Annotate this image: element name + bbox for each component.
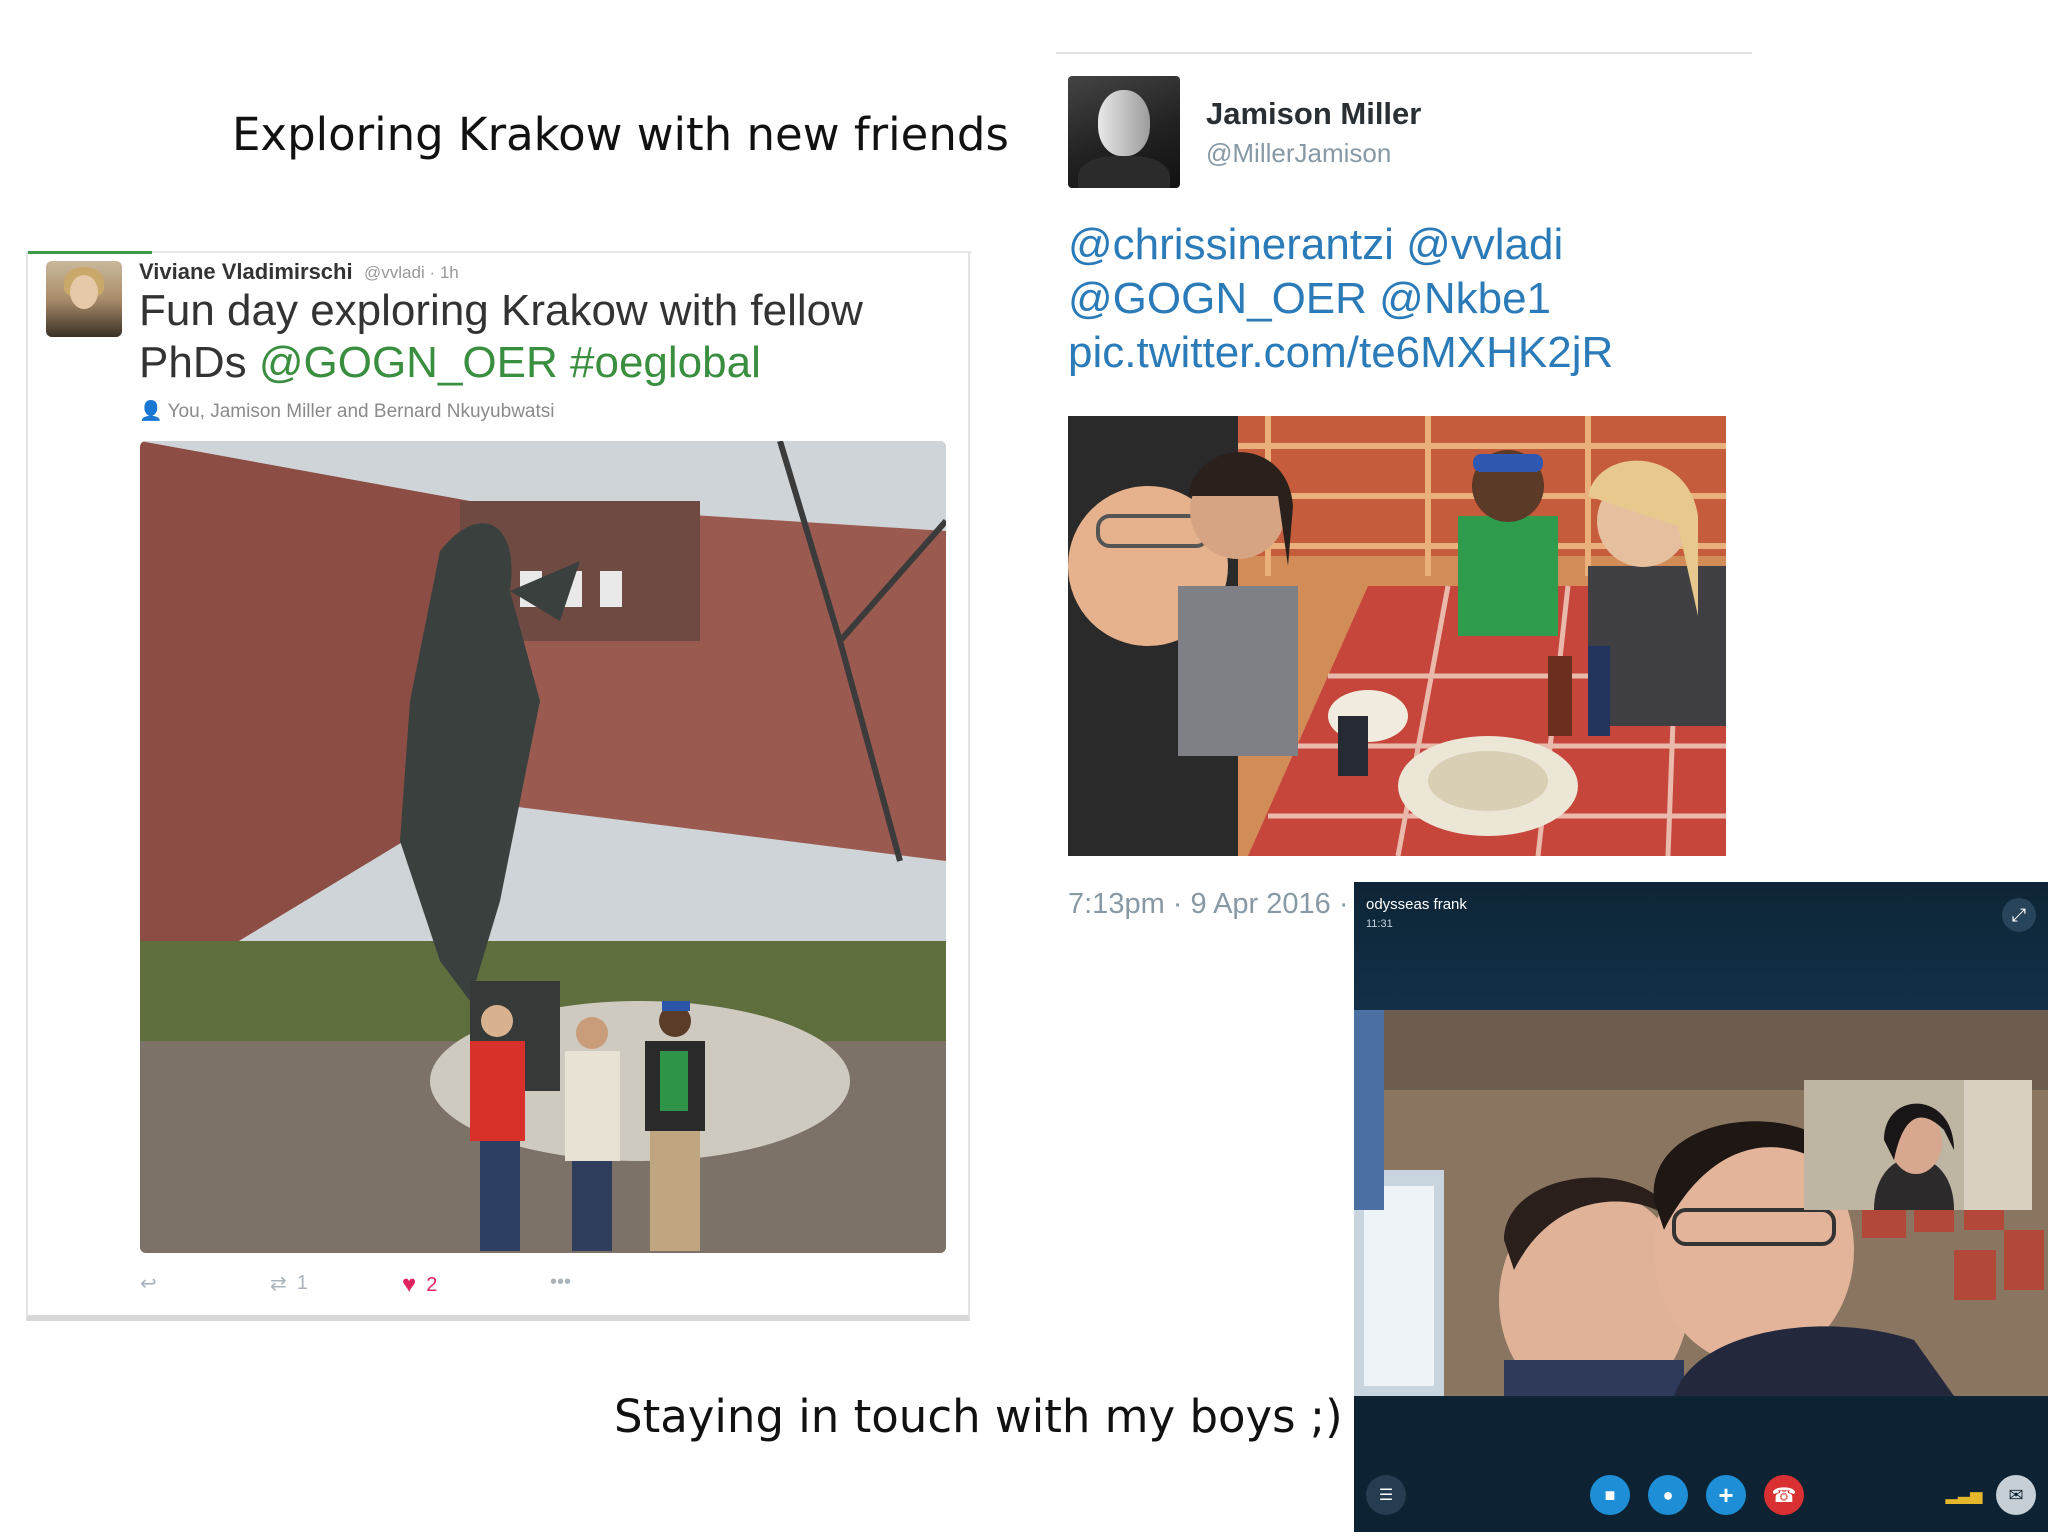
- divider: [28, 251, 972, 253]
- tweet-photo-dragon-statue[interactable]: [140, 441, 946, 1253]
- caller-name: odysseas frank: [1366, 896, 1467, 913]
- call-header: odysseas frank 11:31 ⤢: [1354, 882, 2048, 1014]
- photo-illustration: [1068, 416, 1726, 856]
- like-button[interactable]: ♥ 2: [402, 1271, 437, 1299]
- hangup-icon[interactable]: ☎: [1764, 1475, 1804, 1515]
- expand-icon[interactable]: ⤢: [2002, 898, 2036, 932]
- reply-button[interactable]: ↩: [140, 1271, 157, 1296]
- signal-icon: ▂▃▅: [1945, 1487, 1983, 1504]
- mention-link[interactable]: @GOGN_OER: [259, 338, 558, 387]
- retweet-icon: ⇄: [270, 1273, 287, 1295]
- preview-illustration: [1804, 1080, 2032, 1210]
- author-name[interactable]: Jamison Miller: [1206, 96, 1421, 132]
- tweet-card-vladimirschi: Viviane Vladimirschi @vvladi · 1h Fun da…: [26, 251, 972, 1321]
- skype-call-window: odysseas frank 11:31 ⤢ ☰ ■ ● + ☎ ▂▃▅ ✉: [1354, 882, 2048, 1532]
- author-name[interactable]: Viviane Vladimirschi: [139, 259, 353, 285]
- mentions-line-2[interactable]: @GOGN_OER @Nkbe1: [1068, 272, 1748, 326]
- tagged-text: You, Jamison Miller and Bernard Nkuyubwa…: [167, 401, 555, 422]
- person-icon: 👤: [139, 401, 163, 422]
- mentions-line-1[interactable]: @chrissinerantzi @vvladi: [1068, 218, 1748, 272]
- pic-link[interactable]: pic.twitter.com/te6MXHK2jR: [1068, 326, 1748, 380]
- accent-line: [28, 251, 152, 254]
- menu-icon[interactable]: ☰: [1366, 1475, 1406, 1515]
- self-video-preview[interactable]: [1804, 1080, 2032, 1210]
- call-duration: 11:31: [1366, 918, 1393, 930]
- tweet-text: @chrissinerantzi @vvladi @GOGN_OER @Nkbe…: [1068, 218, 1748, 380]
- call-controls: ☰ ■ ● + ☎ ▂▃▅ ✉: [1354, 1398, 2048, 1532]
- tweet-photo-dinner-group[interactable]: [1068, 416, 1726, 856]
- tagged-people[interactable]: 👤 You, Jamison Miller and Bernard Nkuyub…: [139, 399, 554, 423]
- avatar[interactable]: [1068, 76, 1180, 188]
- caption-top: Exploring Krakow with new friends: [232, 108, 1009, 161]
- add-icon[interactable]: +: [1706, 1475, 1746, 1515]
- tweet-actions: ↩ ⇄ 1 ♥ 2 •••: [140, 1271, 740, 1301]
- hashtag-link[interactable]: #oeglobal: [570, 338, 761, 387]
- tweet-timestamp[interactable]: 7:13pm · 9 Apr 2016 ·: [1068, 888, 1349, 921]
- caption-bottom: Staying in touch with my boys ;): [614, 1390, 1343, 1443]
- author-handle[interactable]: @vvladi · 1h: [364, 263, 459, 283]
- retweet-button[interactable]: ⇄ 1: [270, 1271, 308, 1296]
- more-icon: •••: [550, 1271, 572, 1293]
- avatar[interactable]: [46, 261, 122, 337]
- like-count: 2: [426, 1273, 438, 1296]
- mic-icon[interactable]: ●: [1648, 1475, 1688, 1515]
- video-icon[interactable]: ■: [1590, 1475, 1630, 1515]
- more-button[interactable]: •••: [550, 1271, 571, 1294]
- author-handle[interactable]: @MillerJamison: [1206, 138, 1391, 169]
- remote-video: [1354, 1010, 2048, 1396]
- chat-icon[interactable]: ✉: [1996, 1475, 2036, 1515]
- retweet-count: 1: [296, 1272, 308, 1294]
- photo-illustration: [140, 441, 946, 1253]
- reply-icon: ↩: [140, 1273, 157, 1295]
- tweet-text: Fun day exploring Krakow with fellow PhD…: [139, 285, 939, 389]
- tweet-card-miller: Jamison Miller @MillerJamison @chrissine…: [1056, 52, 1752, 944]
- heart-icon: ♥: [402, 1271, 417, 1298]
